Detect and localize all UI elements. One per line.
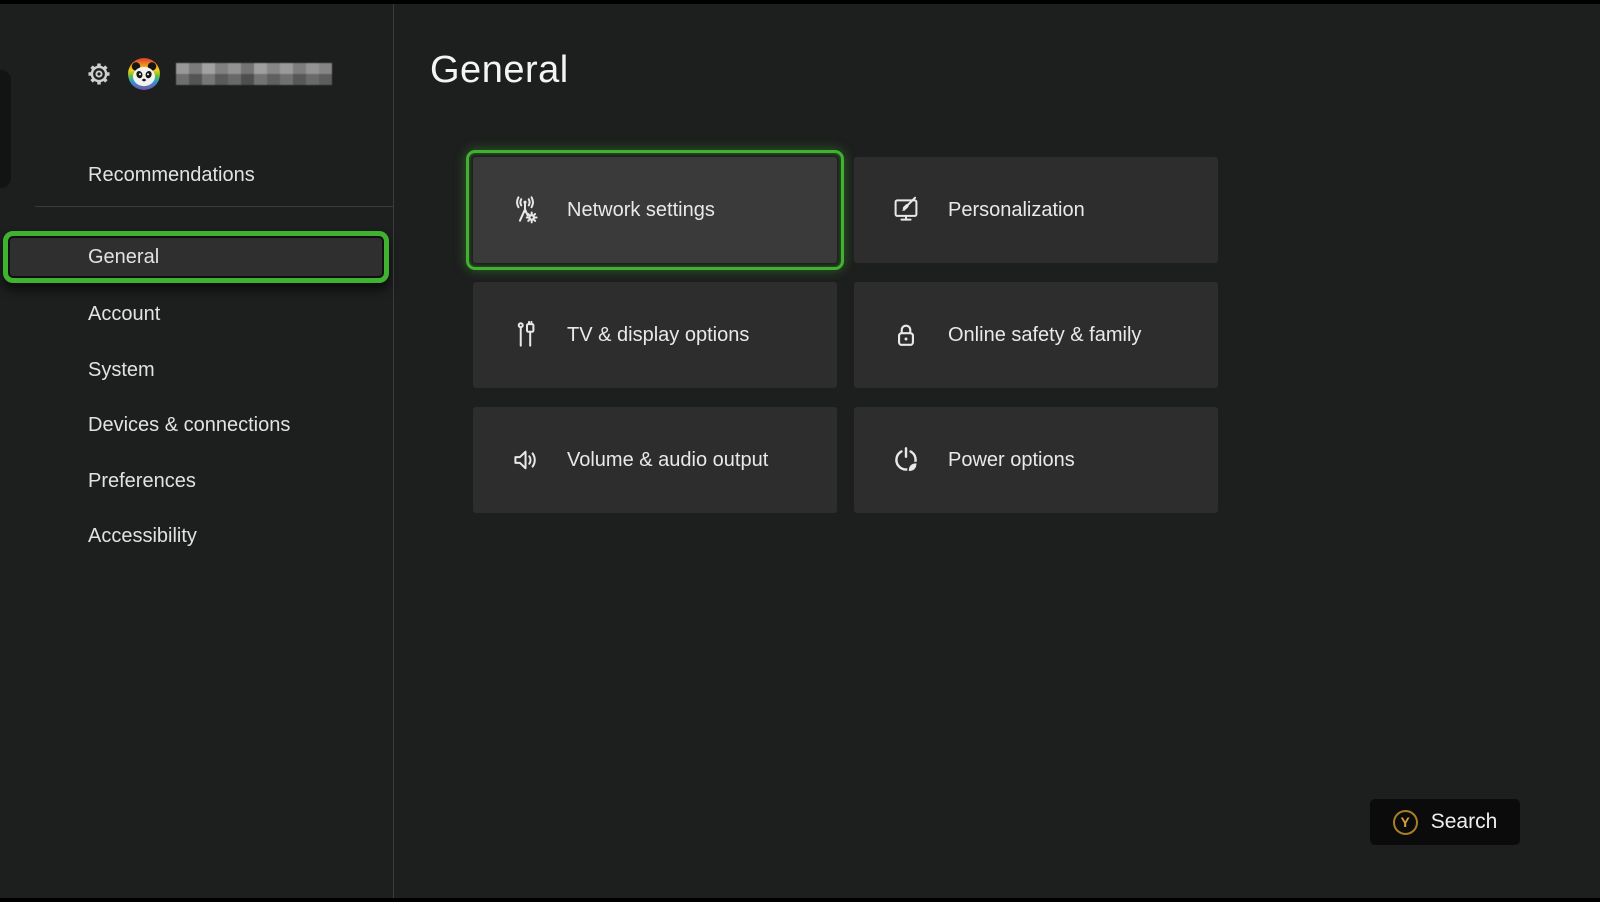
tile-power-options[interactable]: Power options (854, 407, 1218, 513)
tile-online-safety-family[interactable]: Online safety & family (854, 282, 1218, 388)
sidebar-item-account[interactable]: Account (0, 288, 393, 340)
power-leaf-icon (890, 444, 922, 476)
tile-label: TV & display options (567, 324, 749, 347)
tile-tv-display-options[interactable]: TV & display options (473, 282, 837, 388)
sidebar-item-label: Accessibility (88, 525, 197, 548)
tile-network-settings[interactable]: Network settings (473, 157, 837, 263)
sidebar: Recommendations General Account System D… (0, 4, 393, 898)
y-button-letter: Y (1401, 815, 1410, 829)
sidebar-divider (35, 206, 393, 207)
obscured-username (176, 63, 332, 85)
cables-icon (509, 319, 541, 351)
sidebar-item-label: System (88, 359, 155, 382)
monitor-paintbrush-icon (890, 194, 922, 226)
profile-row[interactable] (84, 54, 332, 94)
bottom-letterbox-bar (0, 898, 1600, 902)
tile-label: Network settings (567, 199, 715, 222)
page-title: General (430, 46, 569, 94)
edge-peek-shape (0, 70, 11, 188)
tile-label: Power options (948, 449, 1075, 472)
gear-icon[interactable] (84, 59, 114, 89)
network-antenna-gear-icon (509, 194, 541, 226)
sidebar-item-label: Preferences (88, 470, 196, 493)
sidebar-item-label: Devices & connections (88, 414, 290, 437)
sidebar-item-accessibility[interactable]: Accessibility (0, 510, 393, 562)
y-controller-button-icon: Y (1393, 810, 1418, 835)
sidebar-item-label: General (88, 246, 159, 269)
speaker-icon (509, 444, 541, 476)
search-button[interactable]: Y Search (1370, 799, 1520, 845)
tile-label: Online safety & family (948, 324, 1141, 347)
search-button-label: Search (1431, 810, 1498, 834)
sidebar-main-divider (393, 4, 394, 898)
sidebar-item-system[interactable]: System (0, 344, 393, 396)
recommendations-label[interactable]: Recommendations (88, 164, 255, 187)
tile-label: Volume & audio output (567, 449, 768, 472)
panda-avatar (128, 58, 160, 90)
sidebar-item-general[interactable]: General (3, 231, 389, 283)
tile-volume-audio-output[interactable]: Volume & audio output (473, 407, 837, 513)
tile-label: Personalization (948, 199, 1085, 222)
xbox-settings-screen: Recommendations General Account System D… (0, 0, 1600, 902)
sidebar-item-preferences[interactable]: Preferences (0, 455, 393, 507)
tile-personalization[interactable]: Personalization (854, 157, 1218, 263)
sidebar-item-devices-connections[interactable]: Devices & connections (0, 399, 393, 451)
lock-icon (890, 319, 922, 351)
sidebar-item-label: Account (88, 303, 160, 326)
